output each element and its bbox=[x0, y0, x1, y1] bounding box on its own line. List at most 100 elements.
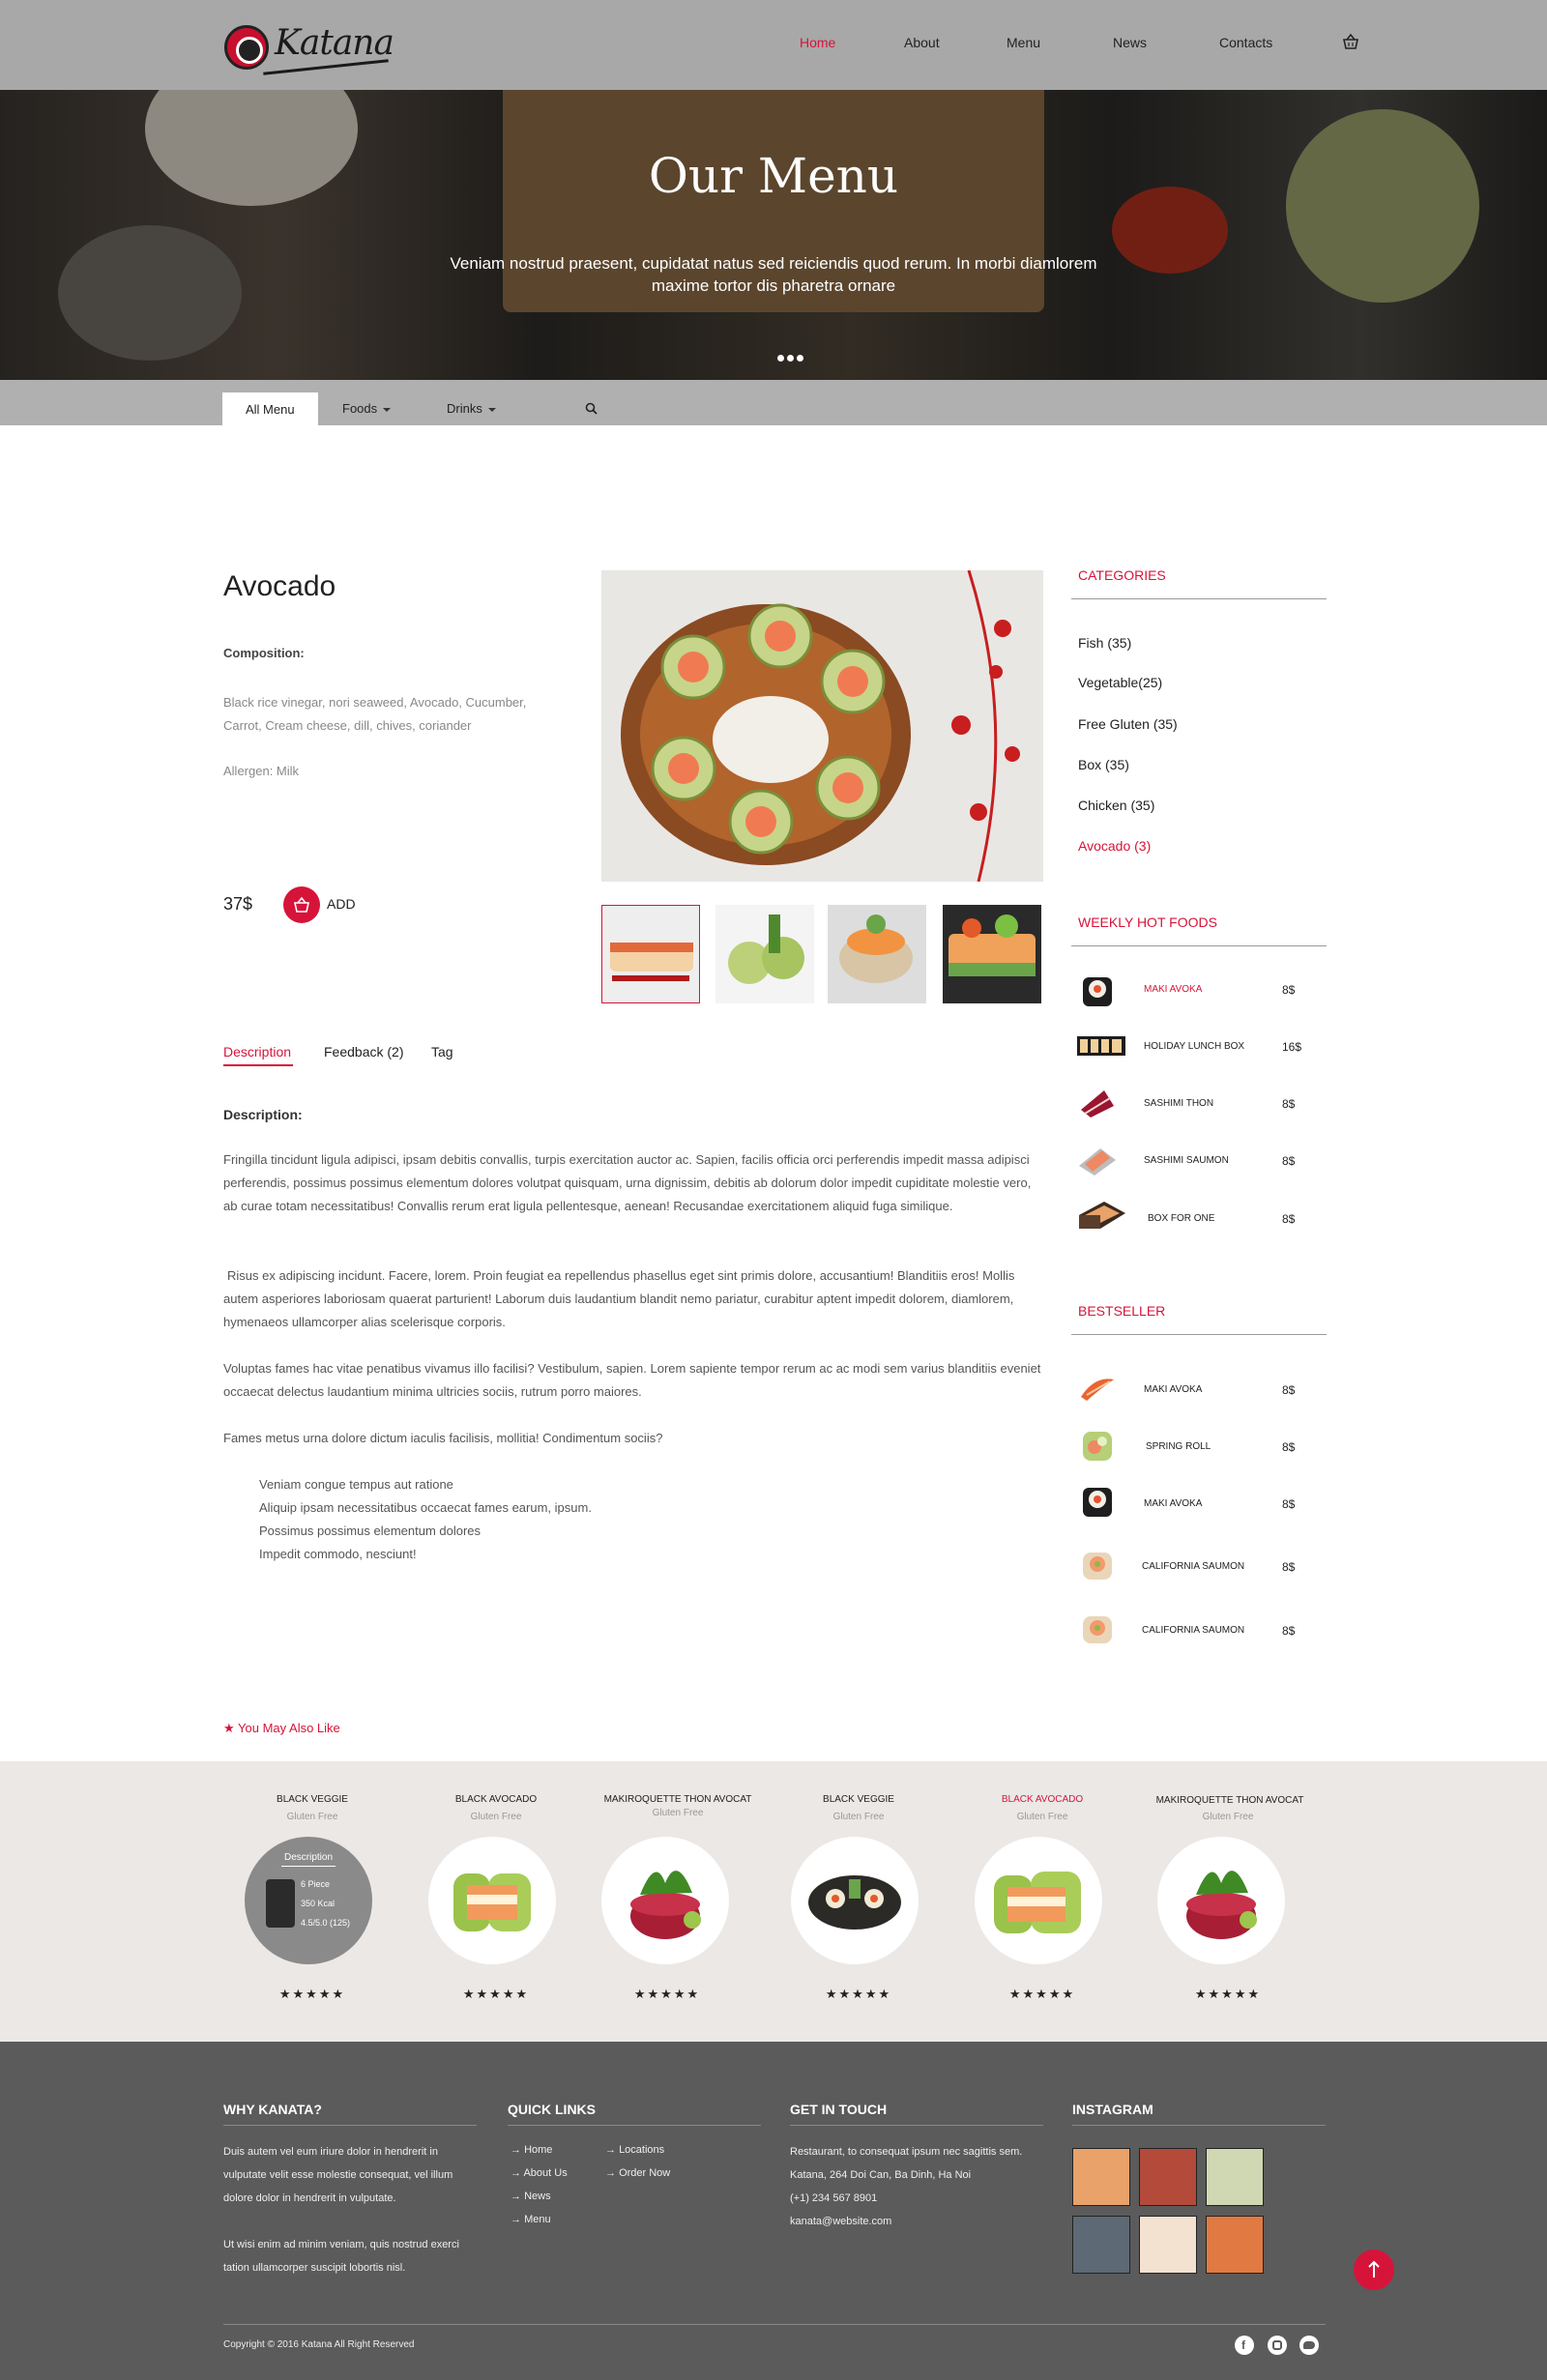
box-for-one-thumbnail[interactable] bbox=[1075, 1194, 1127, 1238]
like-item-title[interactable]: BLACK VEGGIE bbox=[781, 1794, 936, 1805]
bestseller-item-price: 8$ bbox=[1282, 1624, 1296, 1638]
weekly-item-name[interactable]: MAKI AVOKA bbox=[1144, 984, 1202, 995]
like-item-title[interactable]: BLACK VEGGIE bbox=[235, 1794, 390, 1805]
arrow-right-icon: → bbox=[511, 2144, 525, 2156]
tab-description[interactable]: Description bbox=[223, 1044, 291, 1059]
like-item-image[interactable] bbox=[428, 1837, 556, 1964]
scroll-to-top-button[interactable] bbox=[1354, 2249, 1394, 2290]
site-header: Katana Home About Menu News Contacts bbox=[0, 0, 1547, 90]
california-roll-thumbnail[interactable] bbox=[1075, 1543, 1120, 1587]
allergen-text: Allergen: Milk bbox=[223, 764, 300, 778]
instagram-icon[interactable] bbox=[1268, 2336, 1287, 2355]
category-avocado[interactable]: Avocado (3) bbox=[1078, 838, 1151, 854]
kcal-info: 350 Kcal bbox=[301, 1899, 336, 1908]
instagram-photo[interactable] bbox=[1206, 2148, 1264, 2206]
like-item-title[interactable]: BLACK AVOCADO bbox=[965, 1794, 1120, 1805]
california-roll-thumbnail[interactable] bbox=[1075, 1607, 1120, 1651]
logo-text: Katana bbox=[275, 23, 394, 63]
category-free-gluten[interactable]: Free Gluten (35) bbox=[1078, 716, 1178, 732]
product-thumbnail[interactable] bbox=[601, 905, 700, 1003]
like-item-title[interactable]: BLACK AVOCADO bbox=[419, 1794, 573, 1805]
carousel-dots[interactable] bbox=[777, 349, 816, 362]
nav-about[interactable]: About bbox=[904, 35, 940, 50]
product-thumbnail[interactable] bbox=[715, 905, 814, 1003]
sashimi-saumon-thumbnail[interactable] bbox=[1075, 1137, 1120, 1181]
like-item-image[interactable] bbox=[601, 1837, 729, 1964]
bestseller-item-name[interactable]: CALIFORNIA SAUMON bbox=[1142, 1561, 1244, 1572]
instagram-photo[interactable] bbox=[1139, 2216, 1197, 2274]
tab-drinks[interactable]: Drinks bbox=[447, 401, 496, 416]
footer-link-news[interactable]: → News bbox=[511, 2191, 551, 2202]
product-thumbnail[interactable] bbox=[943, 905, 1041, 1003]
lunch-box-thumbnail[interactable] bbox=[1075, 1025, 1127, 1069]
category-vegetable[interactable]: Vegetable(25) bbox=[1078, 675, 1162, 690]
basket-icon bbox=[294, 896, 309, 913]
tab-all-menu[interactable]: All Menu bbox=[222, 392, 318, 425]
like-item-image[interactable] bbox=[1157, 1837, 1285, 1964]
katana-logo[interactable]: Katana bbox=[224, 21, 394, 75]
spring-roll-thumbnail[interactable] bbox=[1075, 1424, 1120, 1468]
hero-subtitle: Veniam nostrud praesent, cupidatat natus… bbox=[450, 254, 1097, 295]
nav-contacts[interactable]: Contacts bbox=[1219, 35, 1272, 50]
bestseller-item-name[interactable]: MAKI AVOKA bbox=[1144, 1498, 1202, 1509]
instagram-photo[interactable] bbox=[1206, 2216, 1264, 2274]
nav-menu[interactable]: Menu bbox=[1007, 35, 1040, 50]
like-item-image[interactable] bbox=[975, 1837, 1102, 1964]
nav-home[interactable]: Home bbox=[800, 35, 835, 50]
bestseller-item-name[interactable]: CALIFORNIA SAUMON bbox=[1142, 1625, 1244, 1636]
contact-email[interactable]: kanata@website.com bbox=[790, 2210, 891, 2233]
rating-stars: ★★★★★ bbox=[825, 1987, 892, 2001]
maki-thumbnail[interactable] bbox=[1075, 970, 1120, 1014]
list-item: Possimus possimus elementum dolores bbox=[259, 1524, 482, 1538]
rating-info: 4.5/5.0 (125) bbox=[301, 1918, 351, 1928]
instagram-photo[interactable] bbox=[1072, 2148, 1130, 2206]
footer-link-about[interactable]: → About Us bbox=[511, 2167, 568, 2179]
search-icon[interactable] bbox=[585, 402, 598, 415]
maki-thumbnail[interactable] bbox=[1075, 1480, 1120, 1524]
weekly-item-name[interactable]: HOLIDAY LUNCH BOX bbox=[1144, 1041, 1244, 1052]
shrimp-thumbnail[interactable] bbox=[1075, 1366, 1120, 1410]
twitter-icon[interactable] bbox=[1299, 2336, 1319, 2355]
contact-phone[interactable]: (+1) 234 567 8901 bbox=[790, 2187, 877, 2210]
weekly-item-name[interactable]: BOX FOR ONE bbox=[1148, 1213, 1214, 1224]
footer-why-title: WHY KANATA? bbox=[223, 2102, 322, 2117]
footer-link-order-now[interactable]: → Order Now bbox=[605, 2167, 670, 2179]
contact-address: Katana, 264 Doi Can, Ba Dinh, Ha Noi bbox=[790, 2169, 972, 2181]
sashimi-thon-thumbnail[interactable] bbox=[1075, 1081, 1120, 1125]
bestseller-item-name[interactable]: SPRING ROLL bbox=[1146, 1441, 1211, 1452]
arrow-right-icon: → bbox=[605, 2144, 620, 2156]
add-label[interactable]: ADD bbox=[327, 896, 356, 912]
bestseller-item-name[interactable]: MAKI AVOKA bbox=[1144, 1384, 1202, 1395]
description-paragraph: Fringilla tincidunt ligula adipisci, ips… bbox=[223, 1152, 1032, 1213]
like-item-subtitle: Gluten Free bbox=[652, 1808, 704, 1818]
tab-tag[interactable]: Tag bbox=[431, 1044, 453, 1059]
like-item-title[interactable]: MAKIROQUETTE THON AVOCAT bbox=[600, 1794, 755, 1805]
instagram-photo[interactable] bbox=[1072, 2216, 1130, 2274]
category-fish[interactable]: Fish (35) bbox=[1078, 635, 1131, 651]
weekly-item-price: 8$ bbox=[1282, 1212, 1296, 1226]
tab-foods[interactable]: Foods bbox=[342, 401, 392, 416]
add-to-cart-button[interactable] bbox=[283, 886, 320, 923]
like-item-title[interactable]: MAKIROQUETTE THON AVOCAT bbox=[1153, 1795, 1307, 1806]
like-item-image[interactable] bbox=[791, 1837, 919, 1964]
instagram-photo[interactable] bbox=[1139, 2148, 1197, 2206]
footer-contact-title: GET IN TOUCH bbox=[790, 2102, 888, 2117]
tab-feedback[interactable]: Feedback (2) bbox=[324, 1044, 403, 1059]
arrow-right-icon: → bbox=[511, 2214, 525, 2225]
footer-link-menu[interactable]: → Menu bbox=[511, 2214, 551, 2225]
weekly-item-name[interactable]: SASHIMI SAUMON bbox=[1144, 1155, 1229, 1166]
facebook-icon[interactable]: f bbox=[1235, 2336, 1254, 2355]
weekly-item-name[interactable]: SASHIMI THON bbox=[1144, 1098, 1213, 1109]
basket-icon[interactable] bbox=[1342, 33, 1359, 50]
like-item-image[interactable]: Description 6 Piece 350 Kcal 4.5/5.0 (12… bbox=[245, 1837, 372, 1964]
menu-filter-bar: All Menu Foods Drinks bbox=[0, 380, 1547, 425]
like-item-subtitle: Gluten Free bbox=[470, 1812, 522, 1822]
footer-link-home[interactable]: → Home bbox=[511, 2144, 552, 2156]
category-chicken[interactable]: Chicken (35) bbox=[1078, 798, 1154, 813]
pieces-info: 6 Piece bbox=[301, 1879, 331, 1889]
category-box[interactable]: Box (35) bbox=[1078, 757, 1129, 772]
footer-links-title: QUICK LINKS bbox=[508, 2102, 596, 2117]
footer-link-locations[interactable]: → Locations bbox=[605, 2144, 664, 2156]
nav-news[interactable]: News bbox=[1113, 35, 1147, 50]
product-thumbnail[interactable] bbox=[828, 905, 926, 1003]
